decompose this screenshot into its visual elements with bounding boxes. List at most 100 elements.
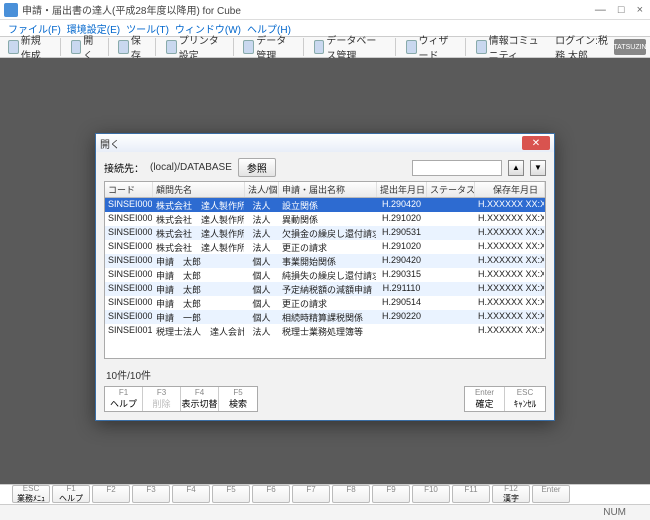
dialog-close-button[interactable]: ✕ — [522, 136, 550, 150]
table-row[interactable]: SINSEI0008申請 太郎個人更正の請求H.290514H.XXXXXX X… — [105, 296, 545, 310]
col-name[interactable]: 顧問先名 — [153, 182, 245, 197]
close-button[interactable]: × — [634, 4, 646, 16]
fkey-f4[interactable]: F4表示切替 — [181, 387, 219, 411]
cell-code: SINSEI0010 — [105, 324, 153, 338]
funcbar-esc[interactable]: ESC業務ﾒﾆｭ — [12, 485, 50, 503]
separator — [60, 38, 61, 56]
table-body: SINSEI0001株式会社 達人製作所法人設立関係H.290420H.XXXX… — [105, 198, 545, 338]
col-type[interactable]: 法人/個人 — [245, 182, 279, 197]
table-row[interactable]: SINSEI0007申請 太郎個人予定納税額の減額申請H.291110H.XXX… — [105, 282, 545, 296]
dialog-fkeys: F1ヘルプF3削除F4表示切替F5検索 — [104, 386, 258, 412]
dialog-footer: F1ヘルプF3削除F4表示切替F5検索 Enter確定ESCｷｬﾝｾﾙ — [104, 386, 546, 412]
funcbar-f12[interactable]: F12漢字 — [492, 485, 530, 503]
wizard-icon — [406, 40, 417, 54]
dialog-title: 開く — [100, 136, 522, 151]
info-icon — [476, 40, 487, 54]
cell-save: H.XXXXXX XX:XX:XX — [475, 198, 545, 212]
maximize-button[interactable]: □ — [615, 4, 628, 16]
table-row[interactable]: SINSEI0005申請 太郎個人事業開始関係H.290420H.XXXXXX … — [105, 254, 545, 268]
table-row[interactable]: SINSEI0009申請 一郎個人相続時精算課税関係H.290220H.XXXX… — [105, 310, 545, 324]
funcbar-f2: F2 — [92, 485, 130, 503]
cell-type: 法人 — [245, 212, 279, 226]
separator — [395, 38, 396, 56]
record-counter: 10件/10件 — [106, 367, 546, 382]
table-row[interactable]: SINSEI0004株式会社 達人製作所法人更正の請求H.291020H.XXX… — [105, 240, 545, 254]
cell-name: 株式会社 達人製作所 — [153, 198, 245, 212]
minimize-button[interactable]: — — [592, 4, 609, 16]
cell-save: H.XXXXXX XX:XX:XX — [475, 296, 545, 310]
table-row[interactable]: SINSEI0002株式会社 達人製作所法人異動関係H.291020 H.XXXX… — [105, 212, 545, 226]
cell-name: 株式会社 達人製作所 — [153, 212, 245, 226]
cell-save: H.XXXXXX XX:XX:XX — [475, 212, 545, 226]
funcbar-enter: Enter — [532, 485, 570, 503]
cell-title: 異動関係 — [279, 212, 377, 226]
cell-name: 申請 太郎 — [153, 296, 245, 310]
cell-status — [427, 268, 475, 282]
cell-name: 税理士法人 達人会計事務所 — [153, 324, 245, 338]
filter-input[interactable] — [412, 160, 502, 176]
sort-down-button[interactable]: ▼ — [530, 160, 546, 176]
cell-name: 株式会社 達人製作所 — [153, 240, 245, 254]
col-title[interactable]: 申請・届出名称 — [279, 182, 377, 197]
printer-icon — [166, 40, 177, 54]
cell-code: SINSEI0003 — [105, 226, 153, 240]
col-status[interactable]: ステータス — [427, 182, 475, 197]
new-icon — [8, 40, 19, 54]
table-row[interactable]: SINSEI0003株式会社 達人製作所法人欠損金の繰戻し還付請求H.29053… — [105, 226, 545, 240]
titlebar: 申請・届出書の達人(平成28年度以降用) for Cube — □ × — [0, 0, 650, 20]
cell-name: 株式会社 達人製作所 — [153, 226, 245, 240]
cell-status — [427, 198, 475, 212]
cell-save: H.XXXXXX XX:XX:XX — [475, 254, 545, 268]
cell-title: 純損失の繰戻し還付請求 — [279, 268, 377, 282]
cell-type: 個人 — [245, 254, 279, 268]
cell-date: H.291020 — [377, 212, 427, 226]
funcbar-f9: F9 — [372, 485, 410, 503]
table-row[interactable]: SINSEI0006申請 太郎個人純損失の繰戻し還付請求H.290315H.XX… — [105, 268, 545, 282]
cell-status — [427, 254, 475, 268]
cell-save: H.XXXXXX XX:XX:XX — [475, 324, 545, 338]
funcbar-f8: F8 — [332, 485, 370, 503]
cell-code: SINSEI0009 — [105, 310, 153, 324]
reference-button[interactable]: 参照 — [238, 158, 276, 177]
cell-code: SINSEI0005 — [105, 254, 153, 268]
app-icon — [4, 3, 18, 17]
separator — [155, 38, 156, 56]
dialog-right-buttons: Enter確定ESCｷｬﾝｾﾙ — [464, 386, 546, 412]
col-code[interactable]: コード — [105, 182, 153, 197]
cell-code: SINSEI0006 — [105, 268, 153, 282]
connection-row: 接続先： (local)/DATABASE 参照 ▲ ▼ — [104, 158, 546, 177]
cell-title: 相続時精算課税関係 — [279, 310, 377, 324]
cell-title: 欠損金の繰戻し還付請求 — [279, 226, 377, 240]
funcbar-f5: F5 — [212, 485, 250, 503]
cell-save: H.XXXXXX XX:XX:XX — [475, 240, 545, 254]
funcbar-f1[interactable]: F1ヘルプ — [52, 485, 90, 503]
cell-type: 個人 — [245, 310, 279, 324]
cell-save: H.XXXXXX XX:XX:XX — [475, 226, 545, 240]
button-esc[interactable]: ESCｷｬﾝｾﾙ — [505, 387, 545, 411]
dialog-titlebar: 開く ✕ — [96, 134, 554, 152]
col-save[interactable]: 保存年月日 — [475, 182, 545, 197]
cell-name: 申請 一郎 — [153, 310, 245, 324]
cell-code: SINSEI0002 — [105, 212, 153, 226]
data-table: コード 顧問先名 法人/個人 申請・届出名称 提出年月日 ステータス 保存年月日… — [104, 181, 546, 359]
button-enter[interactable]: Enter確定 — [465, 387, 505, 411]
cell-type: 法人 — [245, 226, 279, 240]
num-lock-indicator: NUM — [603, 507, 626, 518]
cell-date: H.290220 — [377, 310, 427, 324]
sort-up-button[interactable]: ▲ — [508, 160, 524, 176]
cell-date: H.290315 — [377, 268, 427, 282]
col-date[interactable]: 提出年月日 — [377, 182, 427, 197]
fkey-f1[interactable]: F1ヘルプ — [105, 387, 143, 411]
save-icon — [118, 40, 129, 54]
cell-type: 個人 — [245, 282, 279, 296]
cell-code: SINSEI0001 — [105, 198, 153, 212]
table-row[interactable]: SINSEI0001株式会社 達人製作所法人設立関係H.290420H.XXXX… — [105, 198, 545, 212]
cell-status — [427, 310, 475, 324]
fkey-f5[interactable]: F5検索 — [219, 387, 257, 411]
workspace: 開く ✕ 接続先： (local)/DATABASE 参照 ▲ ▼ コード 顧問… — [0, 58, 650, 484]
table-row[interactable]: SINSEI0010税理士法人 達人会計事務所法人税理士業務処理簿等H.XXXX… — [105, 324, 545, 338]
statusbar: NUM — [0, 504, 650, 520]
cell-status — [427, 226, 475, 240]
separator — [233, 38, 234, 56]
cell-status — [427, 296, 475, 310]
